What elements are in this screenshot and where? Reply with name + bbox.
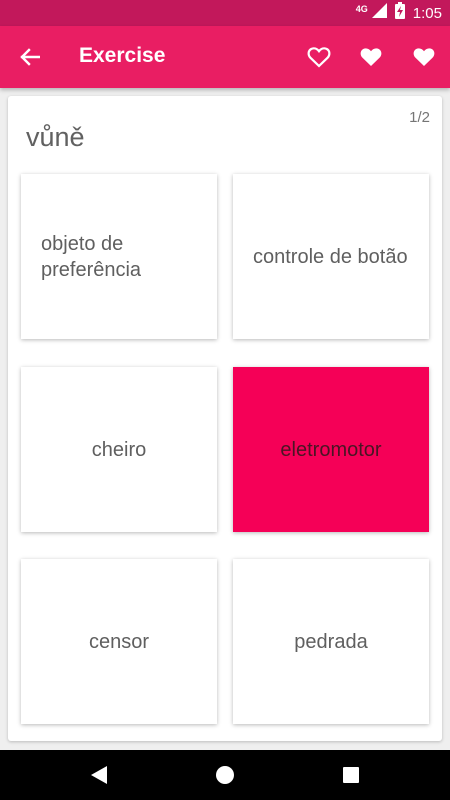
answer-option[interactable]: pedrada bbox=[233, 559, 429, 724]
nav-back-button[interactable] bbox=[87, 763, 111, 787]
app-bar: Exercise bbox=[0, 26, 450, 88]
heart-outline-icon bbox=[307, 47, 331, 68]
answer-option-label: censor bbox=[88, 630, 150, 653]
answer-option-label: cheiro bbox=[91, 438, 147, 461]
clock: 1:05 bbox=[412, 4, 442, 22]
nav-home-button[interactable] bbox=[213, 763, 237, 787]
answer-option-selected[interactable]: eletromotor bbox=[233, 367, 429, 532]
signal-icon bbox=[371, 3, 387, 23]
back-button[interactable] bbox=[14, 41, 46, 73]
back-triangle-icon bbox=[91, 766, 107, 784]
favorites-list-button[interactable] bbox=[409, 42, 439, 72]
nav-recents-button[interactable] bbox=[339, 763, 363, 787]
progress-counter: 1/2 bbox=[409, 109, 430, 126]
answer-option[interactable]: cheiro bbox=[21, 367, 217, 532]
arrow-left-icon bbox=[20, 48, 40, 66]
network-type: 4G bbox=[355, 4, 368, 14]
status-icons: 4G 1:05 bbox=[356, 0, 442, 26]
status-bar: 4G 1:05 bbox=[0, 0, 450, 26]
home-circle-icon bbox=[216, 766, 234, 784]
system-nav-bar bbox=[0, 750, 450, 800]
answer-option-label: pedrada bbox=[294, 630, 368, 653]
answer-option-label: objeto de preferência bbox=[41, 232, 142, 281]
page-title: Exercise bbox=[79, 44, 166, 67]
recents-square-icon bbox=[343, 767, 359, 783]
heart-filled-icon bbox=[360, 48, 382, 66]
favorite-button[interactable] bbox=[356, 42, 386, 72]
answer-option-label: eletromotor bbox=[280, 438, 382, 461]
heart-filled-icon bbox=[413, 48, 435, 66]
answer-option[interactable]: controle de botão bbox=[233, 174, 429, 339]
battery-charging-icon bbox=[394, 2, 405, 24]
question-word: vůně bbox=[26, 122, 85, 152]
exercise-card: vůně 1/2 objeto de preferência controle … bbox=[8, 96, 442, 741]
answer-option[interactable]: objeto de preferência bbox=[21, 174, 217, 339]
answer-option[interactable]: censor bbox=[21, 559, 217, 724]
answer-option-label: controle de botão bbox=[253, 245, 408, 268]
favorite-outline-button[interactable] bbox=[304, 42, 334, 72]
